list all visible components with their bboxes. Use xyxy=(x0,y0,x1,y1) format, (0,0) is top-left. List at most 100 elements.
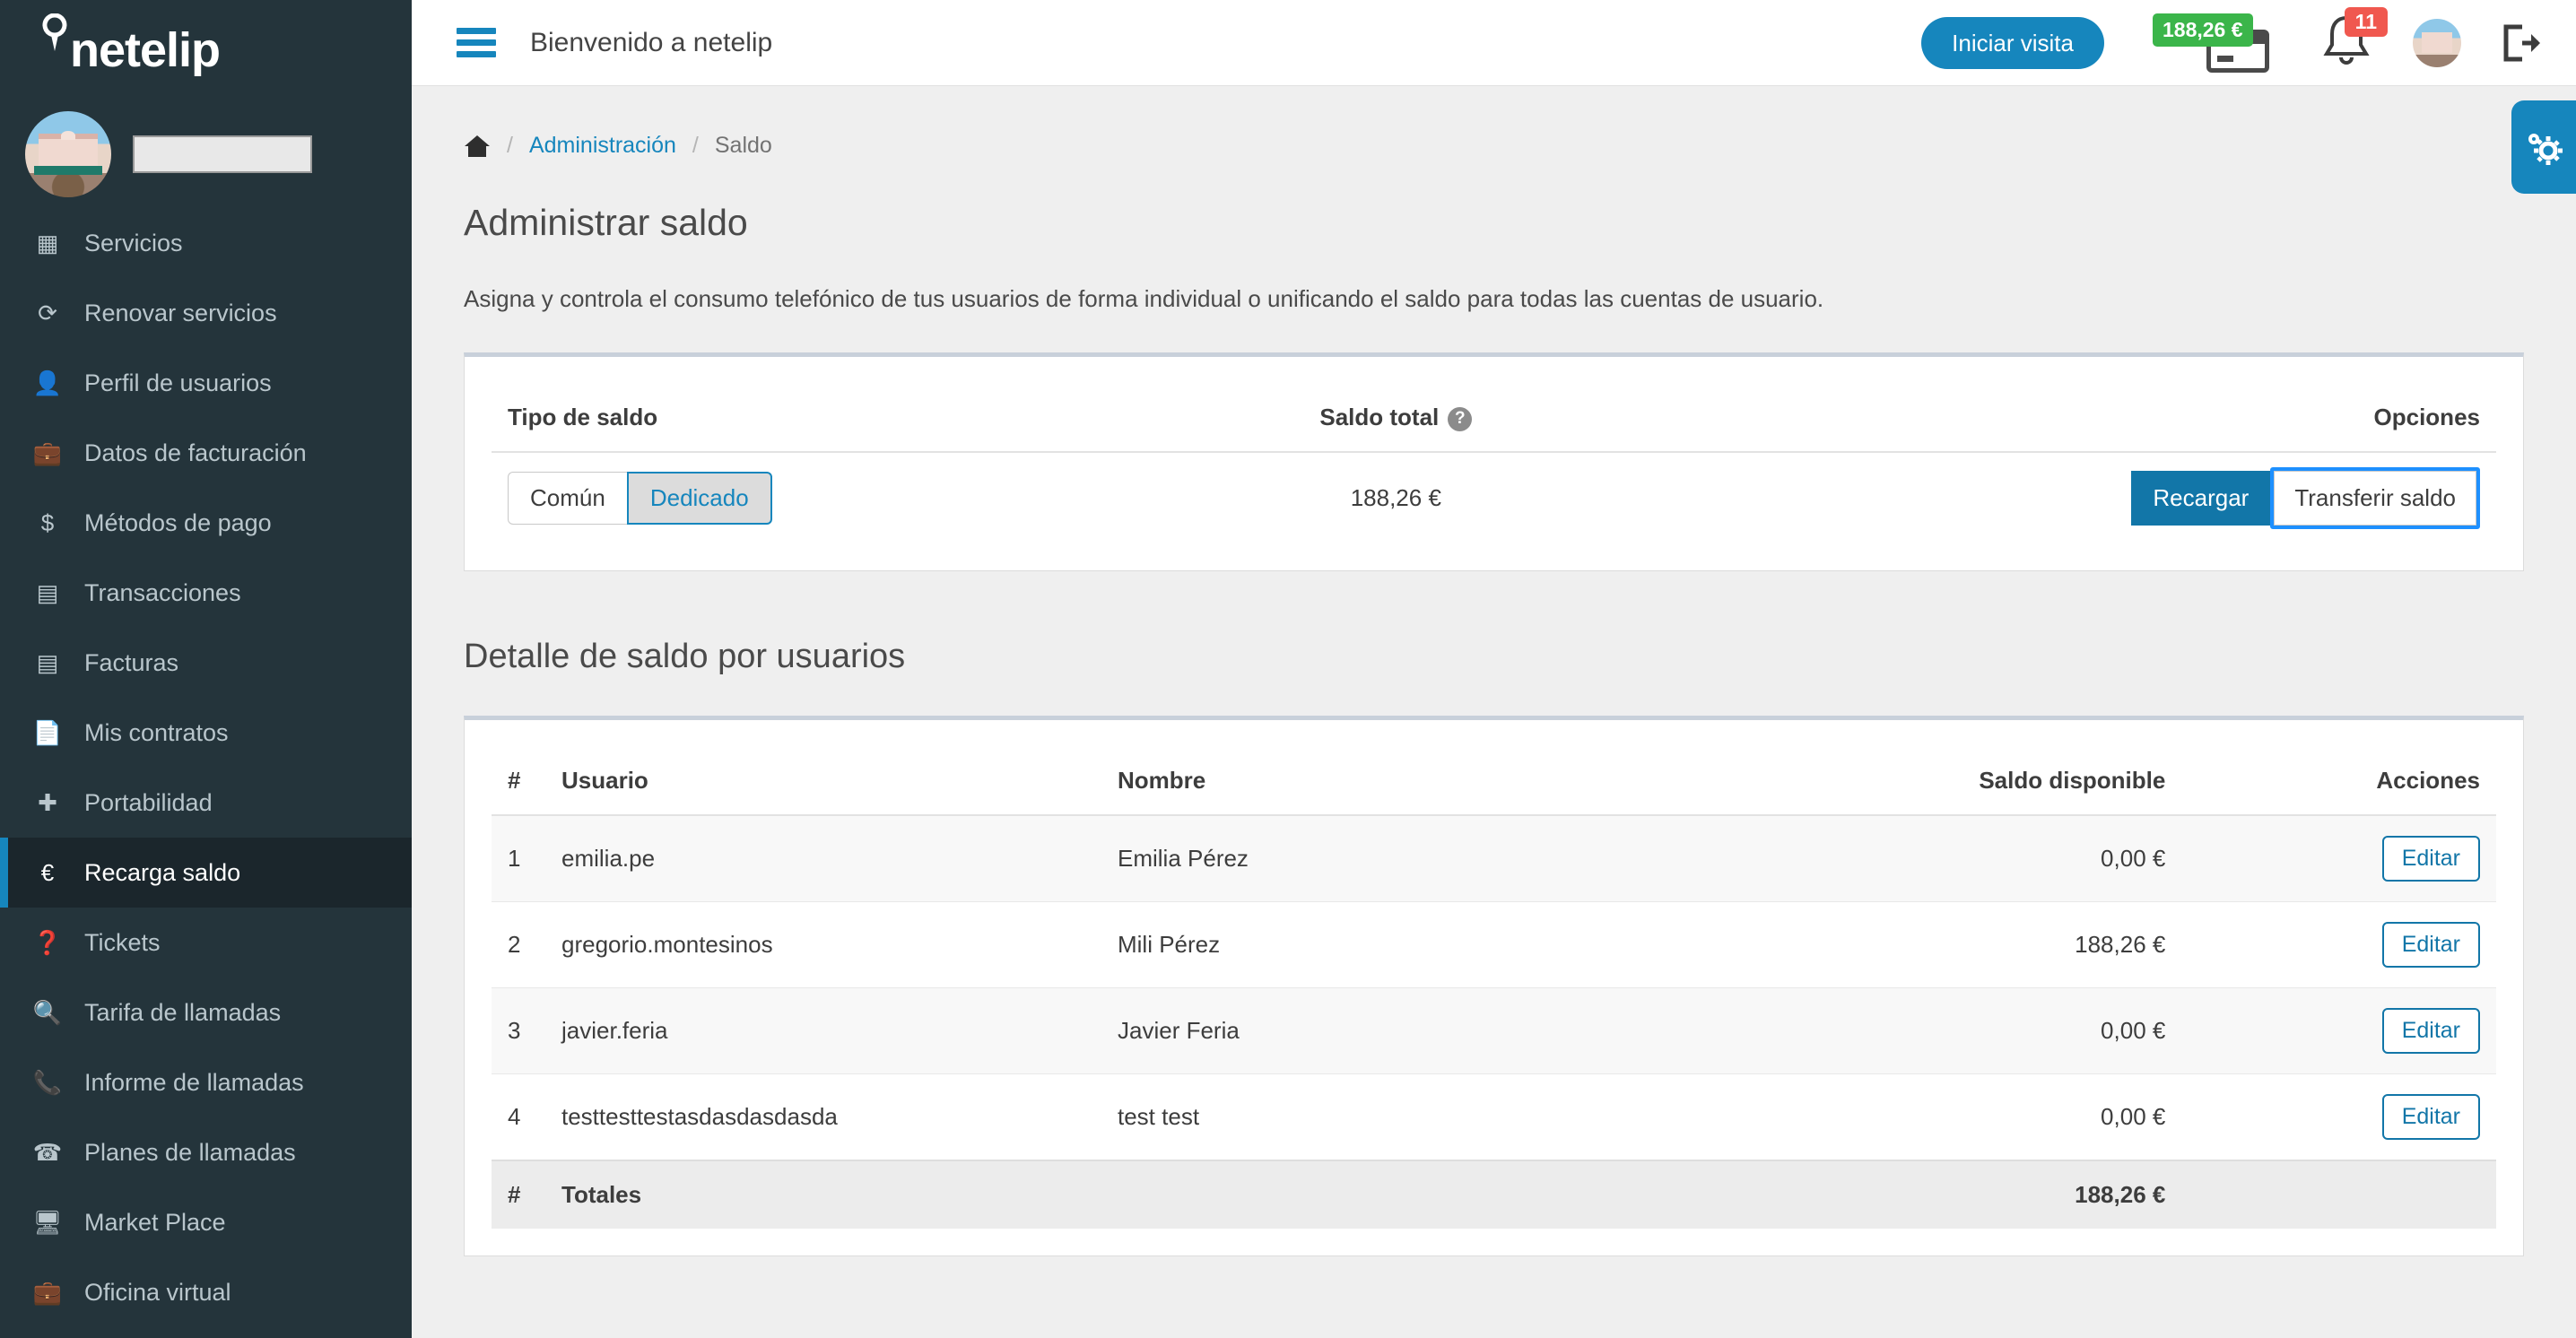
users-table-body: 1emilia.peEmilia Pérez0,00 €Editar2grego… xyxy=(492,815,2496,1160)
totals-actions-spacer xyxy=(2181,1160,2496,1229)
sidebar-item-perfil-de-usuarios[interactable]: 👤Perfil de usuarios xyxy=(0,348,412,418)
balance-badge: 188,26 € xyxy=(2153,13,2253,47)
breadcrumb-separator-2: / xyxy=(692,133,699,159)
balance-widget[interactable]: 188,26 € xyxy=(2172,12,2269,74)
sidebar-item-label: Servicios xyxy=(84,230,183,257)
start-visit-button[interactable]: Iniciar visita xyxy=(1921,17,2104,69)
sidebar-item-servicios[interactable]: ▦ Servicios xyxy=(0,208,412,278)
col-header-saldo-total: Saldo total? xyxy=(1181,384,1611,452)
row-saldo: 0,00 € xyxy=(1675,1074,2181,1161)
edit-button[interactable]: Editar xyxy=(2382,1008,2480,1054)
users-table: # Usuario Nombre Saldo disponible Accion… xyxy=(492,747,2496,1229)
sidebar-item-facturas[interactable]: ▤Facturas xyxy=(0,628,412,698)
row-usuario: emilia.pe xyxy=(545,815,1101,902)
hamburger-menu-icon[interactable] xyxy=(457,22,496,63)
sidebar-item-label: Datos de facturación xyxy=(84,439,307,467)
table-row: 2gregorio.montesinosMili Pérez188,26 €Ed… xyxy=(492,902,2496,988)
user-avatar[interactable] xyxy=(2413,19,2461,67)
invoice-icon: ▤ xyxy=(27,649,68,677)
table-row: 4testtesttestasdasdasdasdatest test0,00 … xyxy=(492,1074,2496,1161)
recharge-button[interactable]: Recargar xyxy=(2131,471,2270,526)
segment-dedicado[interactable]: Dedicado xyxy=(627,472,772,525)
topbar: Bienvenido a netelip Iniciar visita 188,… xyxy=(412,0,2576,86)
sidebar-item-recarga-saldo[interactable]: € Recarga saldo xyxy=(0,838,412,908)
sidebar-item-m-todos-de-pago[interactable]: $Métodos de pago xyxy=(0,488,412,558)
phone-icon: 📞 xyxy=(27,1069,68,1097)
edit-button[interactable]: Editar xyxy=(2382,922,2480,968)
sidebar-item-oficina-virtual[interactable]: 💼Oficina virtual xyxy=(0,1257,412,1327)
col-header-opciones: Opciones xyxy=(1611,384,2496,452)
row-acciones: Editar xyxy=(2181,1074,2496,1161)
monitor-icon: 🖥 xyxy=(27,1209,68,1237)
brand-logo[interactable]: netelip xyxy=(0,0,412,100)
notifications-button[interactable]: 11 xyxy=(2319,11,2373,75)
sidebar-item-label: Tarifa de llamadas xyxy=(84,999,281,1027)
settings-tab-button[interactable] xyxy=(2511,100,2576,194)
sidebar-item-tarifa-de-llamadas[interactable]: 🔍 Tarifa de llamadas xyxy=(0,977,412,1047)
page-description: Asigna y controla el consumo telefónico … xyxy=(464,285,2524,313)
row-num: 1 xyxy=(492,815,545,902)
sidebar-item-tickets[interactable]: ❓Tickets xyxy=(0,908,412,977)
sidebar-item-transacciones[interactable]: ▤Transacciones xyxy=(0,558,412,628)
sidebar-item-label: Market Place xyxy=(84,1209,226,1237)
telephone-icon: ☎ xyxy=(27,1139,68,1167)
col-header-saldo-disponible: Saldo disponible xyxy=(1675,747,2181,815)
sidebar-item-label: Planes de llamadas xyxy=(84,1139,296,1167)
row-usuario: gregorio.montesinos xyxy=(545,902,1101,988)
page-content: / Administración / Saldo Administrar sal… xyxy=(412,86,2576,1256)
sidebar-item-informe-de-llamadas[interactable]: 📞Informe de llamadas xyxy=(0,1047,412,1117)
row-usuario: testtesttestasdasdasdasda xyxy=(545,1074,1101,1161)
credit-card-icon: ▤ xyxy=(27,579,68,607)
sidebar-nav: ▦ Servicios ⟳ Renovar servicios 👤Perfil de u… xyxy=(0,208,412,1338)
sidebar-item-planes-de-soporte[interactable]: ☑Planes de soporte xyxy=(0,1327,412,1338)
help-icon[interactable]: ? xyxy=(1448,407,1472,431)
sidebar-item-label: Renovar servicios xyxy=(84,300,277,327)
dollar-icon: $ xyxy=(27,509,68,537)
avatar[interactable] xyxy=(25,111,111,197)
refresh-icon: ⟳ xyxy=(27,300,68,327)
users-table-header-row: # Usuario Nombre Saldo disponible Accion… xyxy=(492,747,2496,815)
totals-num: # xyxy=(492,1160,545,1229)
plus-icon: ✚ xyxy=(27,789,68,817)
transfer-balance-button[interactable]: Transferir saldo xyxy=(2274,471,2476,526)
user-icon: 👤 xyxy=(27,369,68,397)
brand-name: netelip xyxy=(70,26,220,74)
col-header-acciones: Acciones xyxy=(2181,747,2496,815)
location-pin-icon xyxy=(39,13,70,49)
edit-button[interactable]: Editar xyxy=(2382,1094,2480,1140)
home-icon[interactable] xyxy=(464,134,491,159)
col-header-nombre: Nombre xyxy=(1101,747,1675,815)
row-num: 4 xyxy=(492,1074,545,1161)
balance-type-toggle: Común Dedicado xyxy=(508,472,772,525)
profile-name-input[interactable] xyxy=(133,135,312,173)
sidebar-item-label: Recarga saldo xyxy=(84,859,240,887)
document-icon: 📄 xyxy=(27,719,68,747)
sidebar-item-mis-contratos[interactable]: 📄Mis contratos xyxy=(0,698,412,768)
edit-button[interactable]: Editar xyxy=(2382,836,2480,882)
topbar-title: Bienvenido a netelip xyxy=(530,28,772,58)
sidebar-item-portabilidad[interactable]: ✚Portabilidad xyxy=(0,768,412,838)
grid-icon: ▦ xyxy=(27,230,68,257)
search-icon: 🔍 xyxy=(27,999,68,1027)
totals-balance: 188,26 € xyxy=(1675,1160,2181,1229)
balance-table: Tipo de saldo Saldo total? Opciones Comú… xyxy=(492,384,2496,543)
euro-icon: € xyxy=(27,859,68,887)
row-num: 3 xyxy=(492,988,545,1074)
sidebar-item-renovar-servicios[interactable]: ⟳ Renovar servicios xyxy=(0,278,412,348)
balance-type-cell: Común Dedicado xyxy=(492,452,1181,543)
sidebar-item-label: Oficina virtual xyxy=(84,1279,231,1307)
briefcase-icon: 💼 xyxy=(27,439,68,467)
notification-count-badge: 11 xyxy=(2345,7,2388,37)
sidebar-item-market-place[interactable]: 🖥 Market Place xyxy=(0,1187,412,1257)
topbar-actions: Iniciar visita 188,26 € 11 xyxy=(1921,0,2544,86)
row-acciones: Editar xyxy=(2181,988,2496,1074)
section-title-detalle: Detalle de saldo por usuarios xyxy=(464,638,2524,676)
sidebar-item-planes-de-llamadas[interactable]: ☎ Planes de llamadas xyxy=(0,1117,412,1187)
segment-comun[interactable]: Común xyxy=(508,472,627,525)
breadcrumb-parent-link[interactable]: Administración xyxy=(529,133,676,159)
sidebar-item-datos-de-facturaci-n[interactable]: 💼 Datos de facturación xyxy=(0,418,412,488)
logout-icon[interactable] xyxy=(2497,20,2544,66)
breadcrumb-current: Saldo xyxy=(715,133,772,159)
col-header-num: # xyxy=(492,747,545,815)
row-acciones: Editar xyxy=(2181,815,2496,902)
